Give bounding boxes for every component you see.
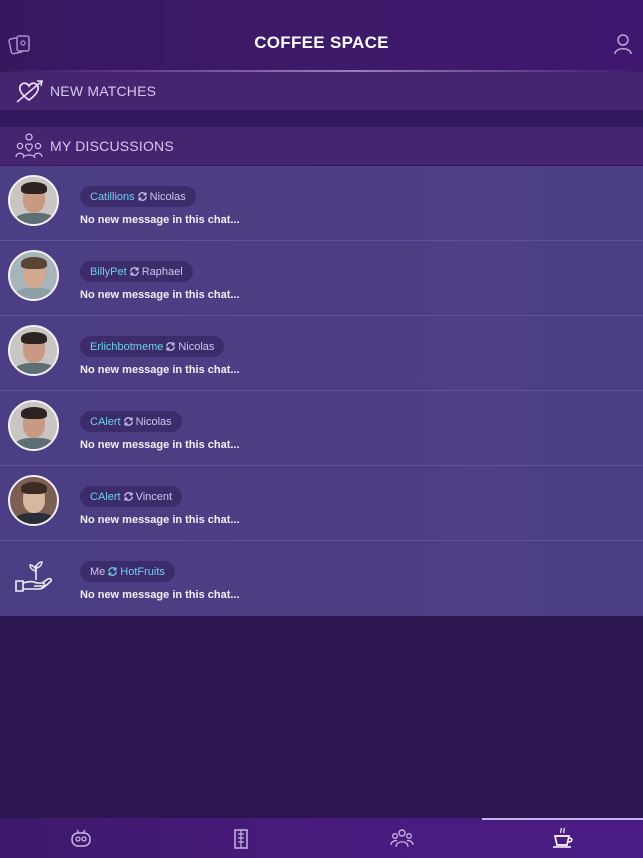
avatar — [8, 325, 59, 376]
discussion-row[interactable]: CAlert Nicolas No new message in this ch… — [0, 391, 643, 466]
new-matches-header[interactable]: NEW MATCHES — [0, 72, 643, 110]
participant-right: Vincent — [135, 490, 173, 503]
participants-pill: Erlichbotmeme Nicolas — [80, 336, 225, 357]
last-message: No new message in this chat... — [80, 289, 240, 301]
last-message: No new message in this chat... — [80, 589, 240, 601]
section-spacer — [0, 110, 643, 127]
my-discussions-header[interactable]: MY DISCUSSIONS — [0, 127, 643, 165]
discussion-row[interactable]: Me HotFruits No new message in this chat… — [0, 541, 643, 616]
last-message: No new message in this chat... — [80, 214, 240, 226]
user-icon[interactable] — [613, 33, 633, 55]
coffee-cup-icon[interactable] — [551, 826, 575, 850]
people-heart-icon — [15, 133, 43, 159]
sync-icon — [137, 192, 147, 201]
sync-icon — [129, 267, 139, 276]
avatar — [8, 400, 59, 451]
page-title: COFFEE SPACE — [254, 33, 389, 52]
participants-pill: CAlert Vincent — [80, 486, 183, 507]
participant-left: BillyPet — [90, 265, 127, 278]
avatar — [8, 475, 59, 526]
participant-left: Erlichbotmeme — [90, 340, 164, 353]
avatar — [8, 250, 59, 301]
discussion-row[interactable]: Erlichbotmeme Nicolas No new message in … — [0, 316, 643, 391]
participants-pill: Catillions Nicolas — [80, 186, 196, 207]
discussion-row[interactable]: Catillions Nicolas No new message in thi… — [0, 166, 643, 241]
my-discussions-label: MY DISCUSSIONS — [50, 138, 174, 154]
discussion-row[interactable]: CAlert Vincent No new message in this ch… — [0, 466, 643, 541]
hand-plant-icon — [15, 561, 53, 592]
participant-right: Raphael — [141, 265, 183, 278]
top-bar: COFFEE SPACE — [0, 0, 643, 72]
participants-pill: BillyPet Raphael — [80, 261, 193, 282]
discussion-row[interactable]: BillyPet Raphael No new message in this … — [0, 241, 643, 316]
bottom-nav — [0, 818, 643, 858]
participant-left: CAlert — [90, 415, 121, 428]
participants-pill: Me HotFruits — [80, 561, 175, 582]
last-message: No new message in this chat... — [80, 439, 240, 451]
participant-left: CAlert — [90, 490, 121, 503]
sync-icon — [166, 342, 176, 351]
sync-icon — [123, 417, 133, 426]
participant-right: Nicolas — [135, 415, 172, 428]
last-message: No new message in this chat... — [80, 364, 240, 376]
last-message: No new message in this chat... — [80, 514, 240, 526]
participant-right: Nicolas — [149, 190, 186, 203]
avatar — [8, 175, 59, 226]
sync-icon — [108, 567, 118, 576]
group-icon[interactable] — [390, 826, 414, 850]
building-icon[interactable] — [229, 826, 253, 850]
robot-icon[interactable] — [69, 826, 93, 850]
participant-left: Catillions — [90, 190, 135, 203]
new-matches-label: NEW MATCHES — [50, 83, 157, 99]
heart-arrow-icon — [16, 80, 43, 103]
participant-right: HotFruits — [120, 565, 165, 578]
participant-right: Nicolas — [178, 340, 215, 353]
discussion-list: Catillions Nicolas No new message in thi… — [0, 166, 643, 616]
sync-icon — [123, 492, 133, 501]
participant-left: Me — [90, 565, 106, 578]
participants-pill: CAlert Nicolas — [80, 411, 182, 432]
active-tab-indicator — [482, 818, 643, 820]
